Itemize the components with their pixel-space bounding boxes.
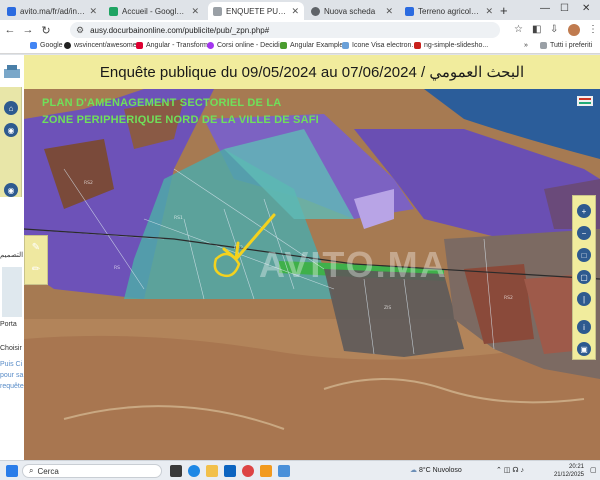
bookmark-angular-examples[interactable]: Angular Examples <box>280 42 347 49</box>
svg-text:RS2: RS2 <box>504 295 513 301</box>
angular-examples-icon <box>280 42 287 49</box>
more-bookmarks-icon[interactable]: » <box>524 42 528 49</box>
page-header: Enquête publique du 09/05/2024 au 07/06/… <box>24 55 600 89</box>
svg-text:RS2: RS2 <box>84 180 93 186</box>
file-explorer-icon[interactable] <box>206 465 218 477</box>
reload-icon[interactable]: ↻ <box>38 24 54 37</box>
bookmark-corsi-online[interactable]: Corsi online - Decidi... <box>207 42 285 49</box>
home-icon[interactable]: ⌂ <box>4 101 18 115</box>
tab-strip: avito.ma/fr/ad/insert ✕ Accueil - Google… <box>0 0 600 20</box>
all-bookmarks[interactable]: Tutti i preferiti <box>540 42 592 49</box>
tab-google-drive[interactable]: Accueil - Google Drive ✕ <box>104 2 204 20</box>
pencil-icon[interactable]: ✏ <box>30 264 42 276</box>
cloud-icon: ☁ <box>410 467 417 474</box>
address-bar[interactable]: ⚙ ausy.docurbainonline.com/publicite/pub… <box>70 22 500 38</box>
app-icon[interactable] <box>260 465 272 477</box>
udemy-icon <box>207 42 214 49</box>
zoom-out-icon[interactable]: − <box>577 226 591 240</box>
tray-icons[interactable]: ⌃ ◫ ☊ ♪ <box>496 466 524 474</box>
avito-favicon-icon <box>405 6 414 16</box>
bookmark-google[interactable]: Google <box>30 42 63 49</box>
close-icon[interactable]: ✕ <box>485 6 493 17</box>
svg-text:RS1: RS1 <box>174 215 183 221</box>
close-icon[interactable]: ✕ <box>291 6 299 17</box>
bookmarks-bar: Google wsvincent/awesome... Angular - Tr… <box>0 40 600 54</box>
profile-avatar[interactable] <box>568 24 580 36</box>
info-icon[interactable]: i <box>577 320 591 334</box>
angular-icon <box>136 42 143 49</box>
avito-favicon-icon <box>7 6 16 16</box>
chrome-favicon-icon <box>311 6 320 16</box>
page-title: Enquête publique du 09/05/2024 au 07/06/… <box>99 64 525 81</box>
downloads-icon[interactable]: ⇩ <box>550 24 558 35</box>
plan-title-line-2: ZONE PERIPHERIQUE NORD DE LA VILLE DE SA… <box>42 114 319 126</box>
pin-icon[interactable]: ✎ <box>30 242 42 254</box>
folder-icon <box>540 42 547 49</box>
zoning-map[interactable]: RS2 RS1 RS3 ZIS RS2 RS PLAN D'AMENAGEMENT SE… <box>24 89 600 460</box>
url-text: ausy.docurbainonline.com/publicite/pub/_… <box>90 25 270 35</box>
north-logo-icon <box>577 96 593 106</box>
tab-enquete-publique[interactable]: ENQUETE PUBLIQUE ✕ <box>208 2 304 20</box>
weather-widget[interactable]: ☁ 8°C Nuvoloso <box>410 466 462 474</box>
github-icon <box>64 42 71 49</box>
zoom-in-icon[interactable]: + <box>577 204 591 218</box>
agency-logo-icon <box>4 65 20 78</box>
left-sidebar: ⌂ ◉ ◉ البحث التصميم Porta Choisir Puis C… <box>0 55 24 460</box>
edge-icon[interactable] <box>188 465 200 477</box>
layers-icon[interactable]: ◉ <box>4 183 18 197</box>
back-icon[interactable]: ← <box>2 24 18 36</box>
web-page: ⌂ ◉ ◉ البحث التصميم Porta Choisir Puis C… <box>0 55 600 460</box>
chrome-icon[interactable] <box>242 465 254 477</box>
notifications-icon[interactable]: ▢ <box>590 466 597 474</box>
slideshow-icon <box>414 42 421 49</box>
forward-icon[interactable]: → <box>20 24 36 36</box>
print-icon[interactable]: ▣ <box>577 342 591 356</box>
close-icon[interactable]: ✕ <box>89 6 97 17</box>
search-icon: ⌕ <box>29 466 34 475</box>
google-drive-favicon-icon <box>109 6 118 16</box>
plan-title-line-1: PLAN D'AMENAGEMENT SECTORIEL DE LA <box>42 97 282 109</box>
fit-icon[interactable]: □ <box>577 248 591 262</box>
page-favicon-icon <box>213 6 222 16</box>
tab-avito[interactable]: avito.ma/fr/ad/insert ✕ <box>2 2 102 20</box>
task-view-icon[interactable] <box>170 465 182 477</box>
svg-text:ZIS: ZIS <box>384 305 391 311</box>
bookmark-star-icon[interactable]: ☆ <box>514 24 523 35</box>
document-thumbnail <box>2 267 22 317</box>
tab-terreno[interactable]: Terreno agricolo di 2400 ✕ <box>400 2 498 20</box>
globe-icon[interactable]: ◉ <box>4 123 18 137</box>
taskbar-search[interactable]: ⌕ Cerca <box>22 464 162 478</box>
bookmark-angular-transform[interactable]: Angular - Transform... <box>136 42 214 49</box>
new-tab-icon[interactable]: + <box>500 3 508 18</box>
start-icon[interactable] <box>6 465 18 477</box>
bookmark-ng-simple[interactable]: ng-simple-slidesho... <box>414 42 488 49</box>
site-info-icon[interactable]: ⚙ <box>76 25 84 36</box>
close-icon[interactable]: ✕ <box>385 6 393 17</box>
bookmark-awesome[interactable]: wsvincent/awesome... <box>64 42 142 49</box>
bookmark-icone-visa[interactable]: Icone Visa electron... <box>342 42 417 49</box>
vscode-icon[interactable] <box>224 465 236 477</box>
svg-text:RS: RS <box>114 265 120 271</box>
left-control-panel: ⌂ ◉ ◉ <box>0 87 22 197</box>
photos-icon[interactable] <box>278 465 290 477</box>
measure-icon[interactable]: | <box>577 292 591 306</box>
map-controls: + − □ ▢ | i ▣ <box>572 195 596 360</box>
maximize-icon[interactable]: ☐ <box>560 3 569 14</box>
window-close-icon[interactable]: ✕ <box>582 3 590 14</box>
close-icon[interactable]: ✕ <box>191 6 199 17</box>
minimize-icon[interactable]: — <box>540 3 550 14</box>
clock[interactable]: 20:21 21/12/2025 <box>540 463 584 479</box>
taskbar: ⌕ Cerca ☁ 8°C Nuvoloso ⌃ ◫ ☊ ♪ 20:21 21/… <box>0 460 600 480</box>
draw-toolbox: ✎ ✏ <box>24 235 48 285</box>
menu-icon[interactable]: ⋮ <box>588 24 598 35</box>
tab-nuova-scheda[interactable]: Nuova scheda ✕ <box>306 2 398 20</box>
watermark: AVITO.MA <box>259 244 448 285</box>
rectangle-icon[interactable]: ▢ <box>577 270 591 284</box>
google-icon <box>30 42 37 49</box>
visa-icon <box>342 42 349 49</box>
extensions-icon[interactable]: ◧ <box>532 24 541 35</box>
